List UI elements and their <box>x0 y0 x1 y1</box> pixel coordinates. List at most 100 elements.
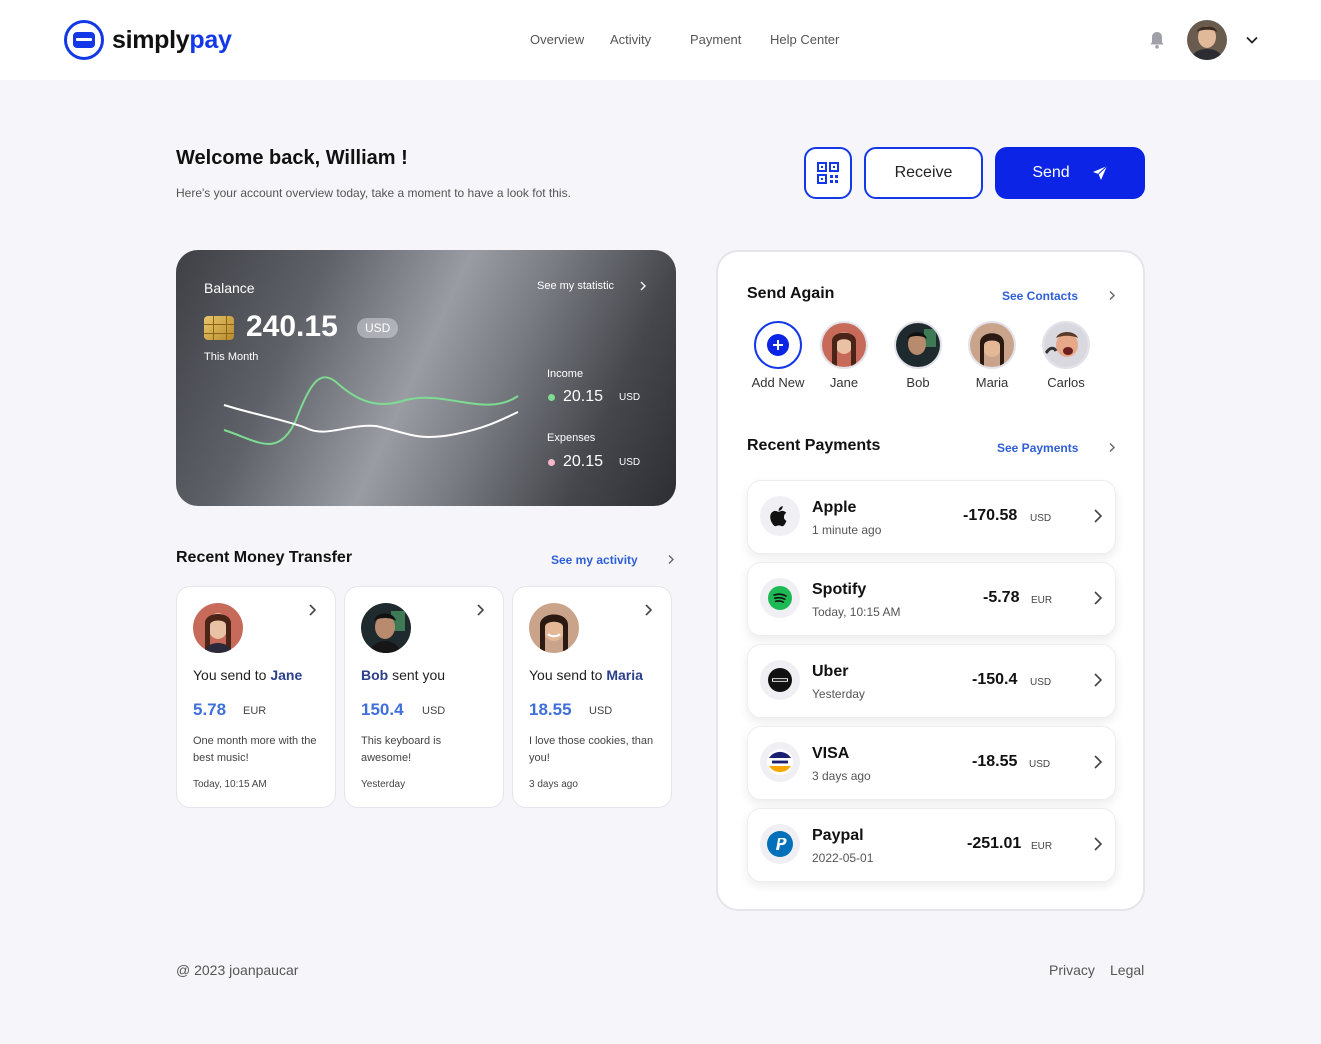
nav-overview[interactable]: Overview <box>530 32 584 47</box>
transfer-description: You send to Jane <box>193 667 303 683</box>
transfer-description: Bob sent you <box>361 667 446 683</box>
nav-help-center[interactable]: Help Center <box>770 32 839 47</box>
payment-row-uber[interactable]: Uber Yesterday -150.4 USD <box>747 644 1116 718</box>
payment-currency: USD <box>1029 759 1051 770</box>
payment-currency: USD <box>1030 677 1052 688</box>
avatar <box>1042 321 1090 369</box>
transfer-currency: EUR <box>243 705 267 717</box>
avatar <box>193 603 243 653</box>
income-dot-icon <box>548 394 555 401</box>
chevron-right-icon[interactable] <box>1093 836 1103 852</box>
payment-time: 2022-05-01 <box>812 851 874 865</box>
logo[interactable]: simplypay <box>64 20 232 60</box>
payment-name: Uber <box>812 663 849 680</box>
expenses-dot-icon <box>548 459 555 466</box>
payment-row-paypal[interactable]: Paypal 2022-05-01 -251.01 EUR <box>747 808 1116 882</box>
expenses-currency: USD <box>619 457 641 468</box>
add-contact-button[interactable] <box>754 321 802 369</box>
avatar <box>820 321 868 369</box>
chevron-right-icon[interactable] <box>1093 754 1103 770</box>
contact-name: Bob <box>906 375 930 390</box>
see-payments-link[interactable]: See Payments <box>997 441 1078 455</box>
qr-code-button[interactable] <box>804 147 852 199</box>
balance-currency-badge: USD <box>357 318 399 338</box>
visa-icon <box>760 742 800 782</box>
chevron-right-icon[interactable] <box>307 603 319 617</box>
transfer-currency: USD <box>422 705 446 717</box>
privacy-link[interactable]: Privacy <box>1049 962 1095 978</box>
wallet-logo-icon <box>64 20 104 60</box>
top-bar: simplypay Overview Activity Payment Help… <box>0 0 1321 80</box>
chevron-right-icon[interactable] <box>638 280 648 292</box>
transfer-description: You send to Maria <box>529 667 643 683</box>
payment-currency: USD <box>1030 513 1052 524</box>
payment-value: -170.58 <box>963 507 1018 524</box>
contact-name: Carlos <box>1047 375 1085 390</box>
chevron-right-icon[interactable] <box>666 553 676 566</box>
transfer-note: One month more with the best music! <box>193 735 317 764</box>
balance-card: Balance See my statistic 240.15 USD This… <box>176 250 676 506</box>
contact-add-new[interactable]: Add New <box>743 321 813 390</box>
user-avatar[interactable] <box>1187 20 1227 60</box>
payment-row-spotify[interactable]: Spotify Today, 10:15 AM -5.78 EUR <box>747 562 1116 636</box>
chevron-right-icon[interactable] <box>1107 441 1117 454</box>
uber-icon <box>760 660 800 700</box>
payment-row-apple[interactable]: Apple 1 minute ago -170.58 USD <box>747 480 1116 554</box>
contact-carlos[interactable]: Carlos <box>1031 321 1101 390</box>
send-button[interactable]: Send <box>995 147 1145 199</box>
transfer-amount: 5.78 <box>193 700 227 719</box>
payment-time: Today, 10:15 AM <box>812 605 901 619</box>
payment-name: Apple <box>812 499 857 516</box>
chevron-right-icon[interactable] <box>1107 289 1117 302</box>
transfer-note: This keyboard is awesome! <box>361 735 442 764</box>
expenses-value: 20.15 <box>563 453 604 470</box>
balance-trend-chart <box>223 376 519 445</box>
transfer-card-maria[interactable]: You send to Maria 18.55 USD I love those… <box>512 586 672 808</box>
chevron-right-icon[interactable] <box>643 603 655 617</box>
nav-payment[interactable]: Payment <box>690 32 741 47</box>
right-panel: Send Again See Contacts Add New Jane Bob… <box>716 250 1145 911</box>
expenses-label: Expenses <box>547 432 596 444</box>
nav-activity[interactable]: Activity <box>610 32 651 47</box>
income-line <box>223 376 519 445</box>
payment-time: 1 minute ago <box>812 523 882 537</box>
expenses-line <box>223 404 519 438</box>
transfer-card-jane[interactable]: You send to Jane 5.78 EUR One month more… <box>176 586 336 808</box>
transfer-note: I love those cookies, than you! <box>529 735 654 764</box>
bell-icon[interactable] <box>1149 31 1165 49</box>
transfer-time: 3 days ago <box>529 779 578 790</box>
see-statistic-link[interactable]: See my statistic <box>537 280 614 292</box>
transfer-card-bob[interactable]: Bob sent you 150.4 USD This keyboard is … <box>344 586 504 808</box>
chevron-down-icon[interactable] <box>1244 32 1260 48</box>
see-contacts-link[interactable]: See Contacts <box>1002 289 1078 303</box>
contact-bob[interactable]: Bob <box>883 321 953 390</box>
contact-name: Add New <box>751 375 805 390</box>
page-subtitle: Here's your account overview today, take… <box>176 186 571 200</box>
contact-maria[interactable]: Maria <box>957 321 1027 390</box>
payment-value: -251.01 <box>967 835 1022 852</box>
avatar <box>968 321 1016 369</box>
see-activity-link[interactable]: See my activity <box>551 553 638 567</box>
income-value: 20.15 <box>563 388 604 405</box>
legal-link[interactable]: Legal <box>1110 962 1144 978</box>
chevron-right-icon[interactable] <box>1093 508 1103 524</box>
chevron-right-icon[interactable] <box>475 603 487 617</box>
payment-value: -5.78 <box>983 589 1020 606</box>
send-again-title: Send Again <box>747 285 835 302</box>
balance-amount: 240.15 <box>246 310 338 343</box>
chevron-right-icon[interactable] <box>1093 590 1103 606</box>
transfer-currency: USD <box>589 705 613 717</box>
recent-transfer-title: Recent Money Transfer <box>176 549 353 566</box>
contact-name: Jane <box>829 375 859 390</box>
contact-jane[interactable]: Jane <box>809 321 879 390</box>
transfer-amount: 18.55 <box>529 700 572 719</box>
chevron-right-icon[interactable] <box>1093 672 1103 688</box>
qr-code-icon <box>817 162 839 184</box>
avatar <box>361 603 411 653</box>
copyright: @ 2023 joanpaucar <box>176 962 299 978</box>
paypal-icon <box>760 824 800 864</box>
payment-row-visa[interactable]: VISA 3 days ago -18.55 USD <box>747 726 1116 800</box>
receive-button[interactable]: Receive <box>864 147 983 199</box>
payment-name: Spotify <box>812 581 867 598</box>
payment-name: VISA <box>812 745 850 762</box>
